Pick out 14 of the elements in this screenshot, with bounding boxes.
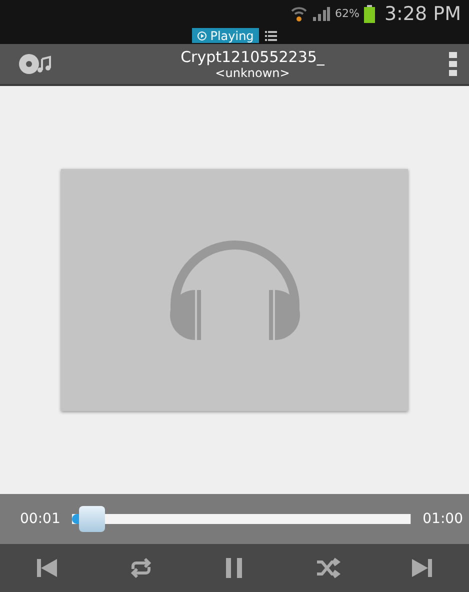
playing-notification[interactable]: Playing [192, 28, 259, 43]
track-title: Crypt1210552235_ [180, 48, 324, 66]
play-icon [197, 30, 208, 40]
battery-icon [364, 4, 376, 22]
battery-percent: 62% [334, 7, 360, 20]
wifi-icon [290, 6, 307, 22]
total-time: 01:00 [422, 511, 463, 527]
overflow-menu-icon[interactable] [449, 52, 457, 76]
clock: 3:28 PM [384, 2, 461, 24]
artist-name: <unknown> [215, 66, 290, 80]
signal-icon [312, 6, 330, 20]
list-icon [264, 30, 277, 40]
elapsed-time: 00:01 [20, 511, 60, 527]
seek-thumb[interactable] [79, 506, 106, 532]
